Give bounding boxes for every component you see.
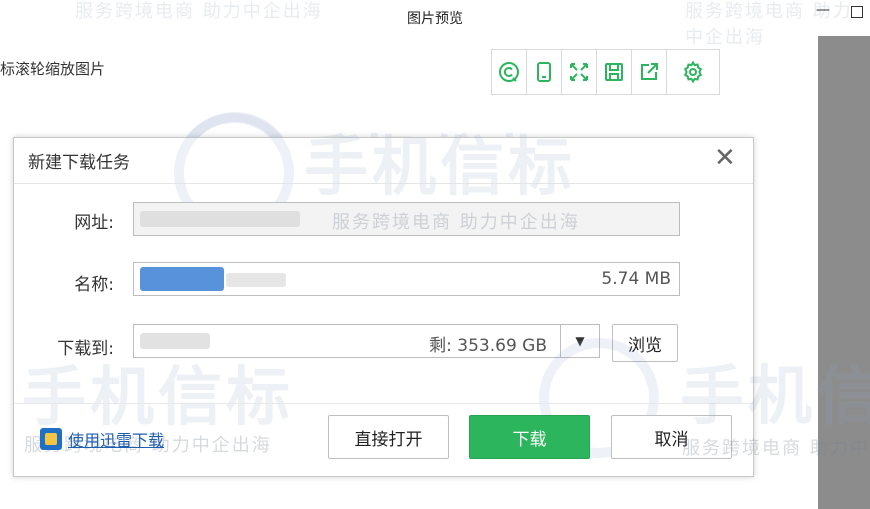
fullscreen-icon: [570, 63, 588, 81]
preview-toolbar: [491, 49, 720, 95]
copyright-button[interactable]: [492, 50, 527, 94]
copyright-icon: [499, 62, 519, 82]
close-icon[interactable]: ✕: [714, 145, 736, 171]
free-space: 剩: 353.69 GB: [429, 336, 547, 356]
redacted-url: [140, 211, 300, 227]
download-button[interactable]: 下载: [469, 415, 590, 459]
window-title-bar: 服务跨境电商 助力中企出海 服务跨境电商 助力中企出海 图片预览 —: [0, 0, 870, 48]
save-button[interactable]: [597, 50, 632, 94]
url-label: 网址:: [74, 213, 114, 233]
settings-icon: [683, 60, 703, 84]
thunder-download-link[interactable]: 使用迅雷下载: [40, 427, 164, 451]
name-label: 名称:: [74, 275, 114, 295]
settings-button[interactable]: [667, 50, 719, 94]
dialog-title: 新建下载任务: [28, 153, 130, 173]
share-button[interactable]: [632, 50, 667, 94]
open-direct-button[interactable]: 直接打开: [328, 415, 449, 459]
maximize-button[interactable]: [851, 6, 863, 18]
fullscreen-button[interactable]: [562, 50, 597, 94]
window-title: 图片预览: [407, 11, 463, 27]
watermark-slogan: 服务跨境电商 助力中企出海: [682, 438, 870, 459]
watermark-brand: 手机信标: [680, 360, 870, 434]
phone-button[interactable]: [527, 50, 562, 94]
thunder-link-text: 使用迅雷下载: [68, 431, 165, 450]
minimize-button[interactable]: —: [816, 2, 830, 18]
phone-icon: [537, 62, 551, 82]
thunder-icon: [40, 428, 62, 450]
new-download-dialog: 手机信标 新建下载任务 ✕ 网址: 服务跨境电商 助力中企出海 名称: 5.74…: [13, 113, 754, 477]
zoom-hint: 标滚轮缩放图片: [0, 60, 106, 78]
share-icon: [641, 63, 658, 80]
redacted-filename-tail: [226, 273, 286, 287]
title-divider: [14, 183, 753, 184]
watermark-slogan: 服务跨境电商 助力中企出海: [332, 212, 580, 233]
footer-divider: [14, 403, 753, 404]
filename-field[interactable]: 5.74 MB: [133, 262, 680, 296]
file-size: 5.74 MB: [601, 269, 671, 289]
save-icon: [605, 63, 623, 81]
watermark-brand: 手机信标: [22, 361, 294, 435]
redacted-filename: [140, 267, 224, 291]
watermark-brand: 手机信标: [304, 131, 576, 205]
